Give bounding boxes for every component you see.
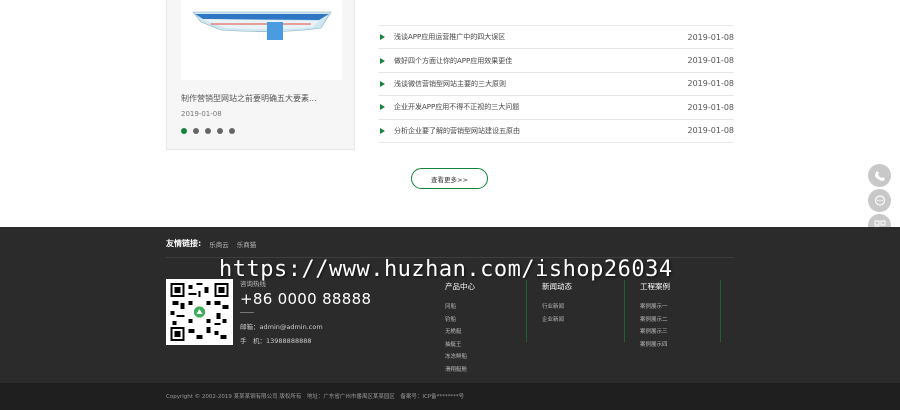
message-icon[interactable] bbox=[868, 189, 891, 212]
friend-link[interactable]: 乐商猫 bbox=[237, 239, 257, 249]
news-date: 2019-01-08 bbox=[687, 102, 735, 112]
boat-image[interactable] bbox=[181, 0, 342, 80]
play-arrow-icon bbox=[380, 127, 385, 134]
carousel-dot[interactable] bbox=[217, 128, 223, 134]
footer-column-cases: 工程案例 案例展示一 案例展示二 案例展示三 案例展示四 bbox=[640, 281, 670, 351]
featured-news-card[interactable]: 制作营销型网站之前要明确五大要素... 2019-01-08 bbox=[166, 0, 355, 150]
copyright-bar: Copyright © 2002-2019 某某某钢有限公司 版权所有 地址：广… bbox=[0, 383, 900, 410]
news-item[interactable]: 企业开发APP应用不得不正视的三大问题 2019-01-08 bbox=[378, 95, 735, 120]
footer-column-link[interactable]: 冻冻鲜船 bbox=[445, 351, 475, 364]
phone-icon[interactable] bbox=[868, 164, 891, 187]
hotline-number: +86 0000 88888 bbox=[240, 290, 372, 308]
news-date: 2019-01-08 bbox=[687, 126, 735, 136]
play-arrow-icon bbox=[380, 80, 385, 87]
footer-column-products: 产品中心 冈船 钓船 无桅艇 抽艇王 冻冻鲜船 滑翔艇舱 bbox=[445, 281, 475, 376]
news-list: 浅谈APP应用运营推广中的四大误区 2019-01-08 做好四个方面让你的AP… bbox=[378, 25, 735, 143]
featured-news-date: 2019-01-08 bbox=[181, 110, 222, 118]
footer-column-news: 新闻动态 行业新闻 企业新闻 bbox=[542, 281, 572, 326]
carousel-dots bbox=[181, 128, 235, 134]
friend-links-label: 友情链接: bbox=[166, 239, 202, 248]
footer-column-link[interactable]: 案例展示四 bbox=[640, 339, 670, 352]
contact-mobile: 手 机：13988888888 bbox=[240, 337, 312, 345]
news-title[interactable]: 企业开发APP应用不得不正视的三大问题 bbox=[394, 102, 688, 112]
footer-column-link[interactable]: 案例展示一 bbox=[640, 301, 670, 314]
carousel-dot[interactable] bbox=[205, 128, 211, 134]
footer-column-link[interactable]: 行业新闻 bbox=[542, 301, 572, 314]
carousel-dot[interactable] bbox=[193, 128, 199, 134]
play-arrow-icon bbox=[380, 57, 385, 64]
contact-divider bbox=[240, 312, 254, 313]
column-divider bbox=[624, 280, 625, 342]
footer-column-title[interactable]: 新闻动态 bbox=[542, 281, 572, 292]
view-more-button[interactable]: 查看更多>> bbox=[411, 168, 488, 189]
news-item[interactable]: 浅谈微信营销型网站主要的三大原则 2019-01-08 bbox=[378, 71, 735, 97]
footer-column-link[interactable]: 企业新闻 bbox=[542, 314, 572, 327]
news-item[interactable]: 浅谈APP应用运营推广中的四大误区 2019-01-08 bbox=[378, 25, 735, 50]
contact-email: 邮箱：admin@admin.com bbox=[240, 323, 323, 331]
footer-column-link[interactable]: 无桅艇 bbox=[445, 326, 475, 339]
news-title[interactable]: 浅谈APP应用运营推广中的四大误区 bbox=[394, 32, 688, 42]
carousel-dot[interactable] bbox=[181, 128, 187, 134]
friend-links: 友情链接: 乐商云 乐商猫 bbox=[166, 238, 256, 249]
news-date: 2019-01-08 bbox=[687, 79, 735, 89]
qrcode-image bbox=[166, 279, 233, 345]
news-title[interactable]: 浅谈微信营销型网站主要的三大原则 bbox=[394, 79, 688, 89]
news-date: 2019-01-08 bbox=[687, 32, 735, 42]
site-footer: 友情链接: 乐商云 乐商猫 咨询热线 +86 0000 88888 邮箱：adm… bbox=[0, 227, 900, 383]
news-title[interactable]: 分析企业要了解的营销型网站建设五原由 bbox=[394, 126, 688, 136]
column-divider bbox=[720, 280, 721, 342]
footer-column-title[interactable]: 产品中心 bbox=[445, 281, 475, 292]
carousel-dot[interactable] bbox=[229, 128, 235, 134]
footer-column-title[interactable]: 工程案例 bbox=[640, 281, 670, 292]
news-item[interactable]: 做好四个方面让你的APP应用效果更佳 2019-01-08 bbox=[378, 48, 735, 73]
footer-column-link[interactable]: 案例展示二 bbox=[640, 314, 670, 327]
footer-column-link[interactable]: 案例展示三 bbox=[640, 326, 670, 339]
column-divider bbox=[526, 280, 527, 342]
footer-column-link[interactable]: 钓船 bbox=[445, 314, 475, 327]
play-arrow-icon bbox=[380, 104, 385, 111]
friend-link[interactable]: 乐商云 bbox=[209, 239, 229, 249]
featured-news-title[interactable]: 制作营销型网站之前要明确五大要素... bbox=[181, 93, 317, 104]
news-date: 2019-01-08 bbox=[687, 56, 735, 66]
watermark-url: https://www.huzhan.com/ishop26034 bbox=[219, 257, 673, 282]
news-item[interactable]: 分析企业要了解的营销型网站建设五原由 2019-01-08 bbox=[378, 118, 735, 143]
footer-column-link[interactable]: 滑翔艇舱 bbox=[445, 364, 475, 377]
footer-column-link[interactable]: 冈船 bbox=[445, 301, 475, 314]
play-arrow-icon bbox=[380, 34, 385, 41]
news-title[interactable]: 做好四个方面让你的APP应用效果更佳 bbox=[394, 56, 688, 66]
footer-column-link[interactable]: 抽艇王 bbox=[445, 339, 475, 352]
copyright-text: Copyright © 2002-2019 某某某钢有限公司 版权所有 地址：广… bbox=[166, 394, 465, 400]
